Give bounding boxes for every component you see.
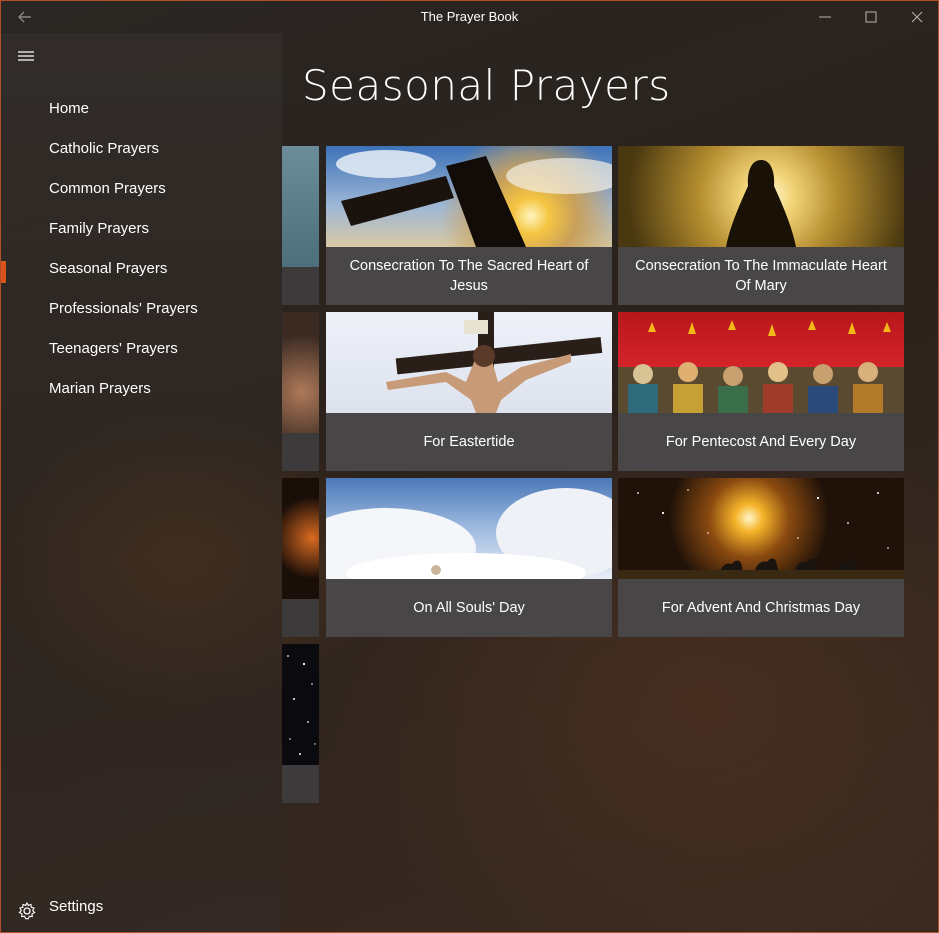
sidebar-item-teenagers-prayers[interactable]: Teenagers' Prayers: [1, 329, 282, 369]
tile-all-souls[interactable]: On All Souls' Day: [326, 478, 612, 637]
tile-caption: Consecration To The Immaculate Heart Of …: [618, 247, 904, 305]
tile-sacred-heart[interactable]: Consecration To The Sacred Heart of Jesu…: [326, 146, 612, 305]
sidebar-item-home[interactable]: Home: [1, 89, 282, 129]
partial-tile[interactable]: [282, 146, 319, 305]
tile-image: [618, 146, 904, 247]
tile-eastertide[interactable]: For Eastertide: [326, 312, 612, 471]
partial-tile[interactable]: [282, 312, 319, 471]
tile-image: [618, 478, 904, 579]
tile-pentecost[interactable]: For Pentecost And Every Day: [618, 312, 904, 471]
tile-immaculate-heart[interactable]: Consecration To The Immaculate Heart Of …: [618, 146, 904, 305]
tile-image: [282, 478, 319, 599]
gear-icon: [17, 897, 37, 920]
tile-image: [326, 478, 612, 579]
partial-tile[interactable]: [282, 644, 319, 803]
maximize-icon[interactable]: [859, 7, 883, 27]
sidebar-item-seasonal-prayers[interactable]: Seasonal Prayers: [1, 249, 282, 289]
tile-caption: For Pentecost And Every Day: [618, 413, 904, 471]
page-title: Seasonal Prayers: [302, 61, 671, 110]
settings-label: Settings: [49, 898, 104, 915]
tile-caption: For Advent And Christmas Day: [618, 579, 904, 637]
settings-button[interactable]: Settings: [1, 887, 282, 927]
tile-image: [326, 146, 612, 247]
sidebar-item-professionals-prayers[interactable]: Professionals' Prayers: [1, 289, 282, 329]
tile-image: [326, 312, 612, 413]
app-window: The Prayer Book Home Catholic Prayers Co…: [0, 0, 939, 933]
close-icon[interactable]: [905, 7, 929, 27]
sidebar-item-marian-prayers[interactable]: Marian Prayers: [1, 369, 282, 409]
sidebar-item-family-prayers[interactable]: Family Prayers: [1, 209, 282, 249]
tile-advent-christmas[interactable]: For Advent And Christmas Day: [618, 478, 904, 637]
title-bar: The Prayer Book: [1, 1, 938, 33]
sidebar: Home Catholic Prayers Common Prayers Fam…: [1, 33, 282, 932]
window-title: The Prayer Book: [420, 9, 519, 24]
hamburger-menu-icon[interactable]: [15, 47, 39, 67]
tile-image: [618, 312, 904, 413]
tile-caption: For Eastertide: [326, 413, 612, 471]
sidebar-item-catholic-prayers[interactable]: Catholic Prayers: [1, 129, 282, 169]
minimize-icon[interactable]: [813, 7, 837, 27]
sidebar-item-common-prayers[interactable]: Common Prayers: [1, 169, 282, 209]
tile-caption: On All Souls' Day: [326, 579, 612, 637]
tile-caption: Consecration To The Sacred Heart of Jesu…: [326, 247, 612, 305]
tile-image: [282, 312, 319, 433]
tile-image: [282, 644, 319, 765]
nav-list: Home Catholic Prayers Common Prayers Fam…: [1, 89, 282, 409]
partial-tile[interactable]: [282, 478, 319, 637]
tile-image: [282, 146, 319, 267]
